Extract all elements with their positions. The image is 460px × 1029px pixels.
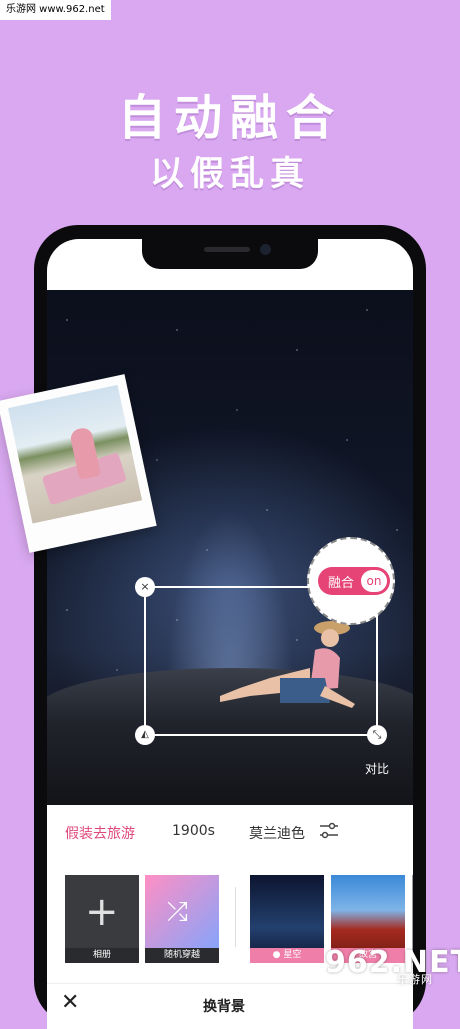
category-tab-bar: 假装去旅游 1900s 莫兰迪色 — [47, 805, 413, 859]
delete-handle-icon[interactable]: × — [135, 577, 155, 597]
fusion-toggle-label: 融合 — [328, 576, 355, 591]
shuffle-icon: ⤮ — [167, 897, 188, 927]
watermark-site-label: 乐游网 www.962.net — [0, 0, 111, 20]
starry-sky-tile[interactable]: ● 星空 — [250, 875, 324, 963]
headline-sub: 以假乱真 — [150, 154, 310, 194]
random-travel-tile[interactable]: ⤮ 随机穿越 — [145, 875, 219, 963]
front-camera — [260, 244, 271, 255]
close-icon[interactable]: ✕ — [61, 990, 79, 1015]
fusion-toggle[interactable]: 融合 on — [318, 567, 390, 595]
original-photo — [7, 384, 143, 524]
fusion-toggle-callout: 融合 on — [307, 537, 395, 625]
tab-morandi[interactable]: 莫兰迪色 — [249, 823, 305, 843]
tile-caption: ● 星空 — [250, 948, 324, 963]
speaker-grille — [204, 247, 250, 252]
watermark-logo-text: 962.NET — [325, 945, 460, 980]
tile-caption: 随机穿越 — [145, 948, 219, 963]
album-tile[interactable]: + 相册 — [65, 875, 139, 963]
resize-handle-icon[interactable]: ⤡ — [367, 725, 387, 745]
page-title: 换背景 — [203, 999, 245, 1015]
phone-frame: × +1 ◭ ⤡ 对比 假装去旅游 1900s 莫兰迪色 + 相册 — [34, 225, 426, 1029]
phone-notch — [142, 239, 318, 269]
plus-icon: + — [85, 889, 119, 935]
background-picker: + 相册 ⤮ 随机穿越 ● 星空 故宫 — [47, 859, 413, 963]
watermark-logo: 962.NET 乐游网 — [325, 945, 460, 991]
tab-travel[interactable]: 假装去旅游 — [65, 823, 135, 843]
contrast-button[interactable]: 对比 — [365, 760, 389, 777]
phone-screen: × +1 ◭ ⤡ 对比 假装去旅游 1900s 莫兰迪色 + 相册 — [47, 239, 413, 1029]
flip-handle-icon[interactable]: ◭ — [135, 725, 155, 745]
divider — [235, 887, 236, 947]
fusion-toggle-state: on — [361, 570, 387, 592]
watermark-logo-sub: 乐游网 — [397, 973, 433, 986]
adjust-sliders-icon[interactable] — [318, 821, 340, 841]
tab-1900s[interactable]: 1900s — [172, 823, 215, 839]
headline-main: 自动融合 — [117, 90, 342, 146]
tile-caption: 相册 — [65, 948, 139, 963]
